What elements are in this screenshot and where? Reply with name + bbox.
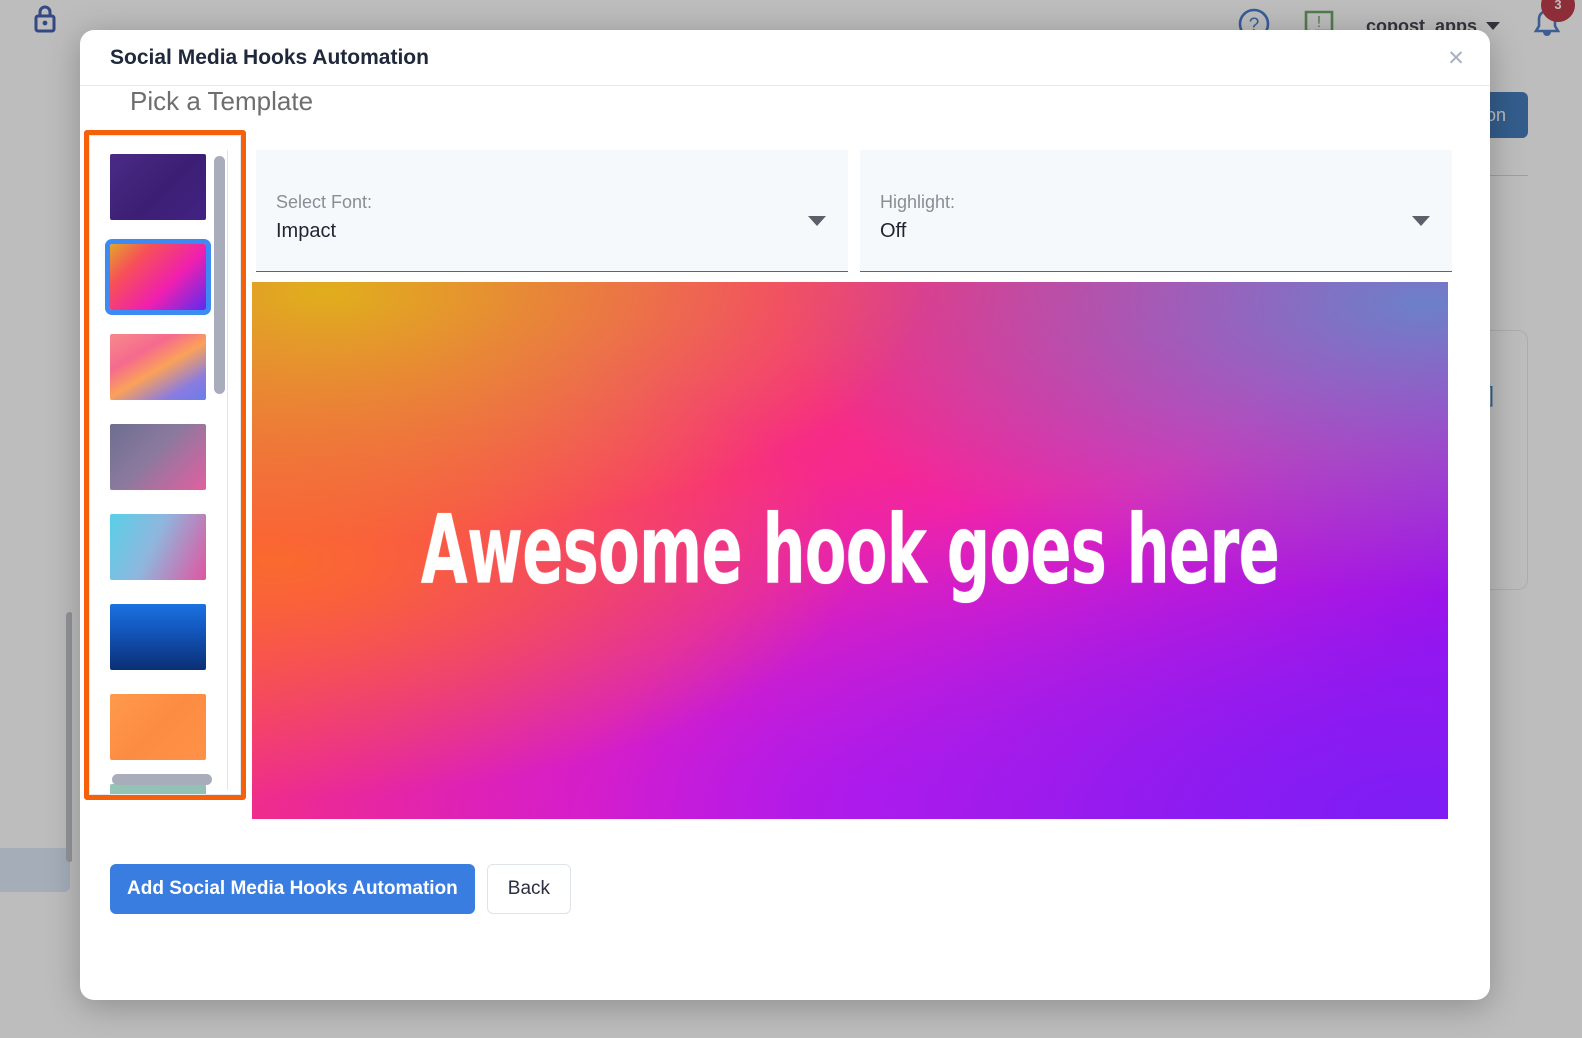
- modal-title: Social Media Hooks Automation: [110, 45, 429, 69]
- template-orange-solid[interactable]: [110, 694, 206, 760]
- select-font-dropdown[interactable]: Select Font: Impact: [256, 150, 848, 272]
- preview-hook-text: Awesome hook goes here: [420, 495, 1280, 606]
- template-controls: Select Font: Impact Highlight: Off: [256, 150, 1452, 272]
- select-font-value: Impact: [276, 220, 337, 242]
- chevron-down-icon: [808, 216, 826, 226]
- modal-header: Social Media Hooks Automation ✕: [80, 30, 1490, 86]
- close-icon[interactable]: ✕: [1444, 47, 1468, 71]
- modal-footer: Add Social Media Hooks Automation Back: [110, 864, 572, 914]
- template-slate-pink[interactable]: [110, 424, 206, 490]
- highlight-label: Highlight:: [880, 192, 956, 212]
- template-preview[interactable]: Awesome hook goes here: [252, 282, 1448, 819]
- template-sunset-magenta[interactable]: [105, 239, 211, 315]
- chevron-down-icon: [1412, 216, 1430, 226]
- modal-subtitle: Pick a Template: [130, 86, 314, 116]
- template-deep-blue[interactable]: [110, 604, 206, 670]
- template-peach-violet-grain[interactable]: [110, 334, 206, 400]
- back-button[interactable]: Back: [486, 864, 572, 914]
- template-picker-panel: [89, 135, 241, 795]
- add-automation-button[interactable]: Add Social Media Hooks Automation: [110, 864, 475, 914]
- template-purple-streaks[interactable]: [110, 154, 206, 220]
- template-cyan-pink[interactable]: [110, 514, 206, 580]
- template-thumbnail-list: [105, 154, 211, 794]
- template-vertical-scrollbar[interactable]: [214, 156, 225, 394]
- template-scrollbar-track: [227, 150, 228, 790]
- highlight-dropdown[interactable]: Highlight: Off: [860, 150, 1452, 272]
- template-sage-green[interactable]: [110, 784, 206, 794]
- select-font-label: Select Font:: [276, 192, 373, 212]
- social-media-hooks-automation-modal: Social Media Hooks Automation ✕ Pick a T…: [80, 30, 1490, 1000]
- template-horizontal-scrollbar[interactable]: [112, 774, 212, 785]
- highlight-value: Off: [880, 220, 907, 242]
